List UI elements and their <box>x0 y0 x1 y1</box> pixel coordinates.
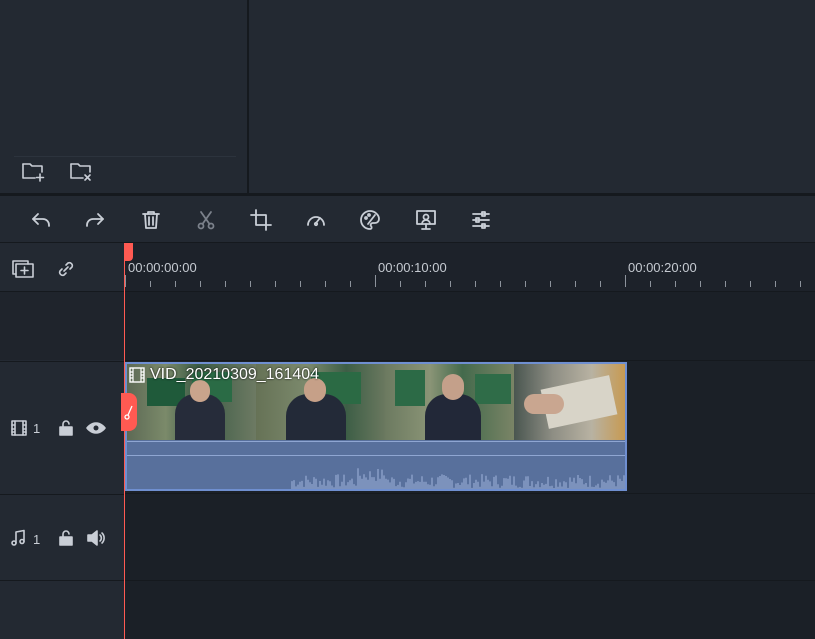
adjust-button[interactable] <box>468 207 494 233</box>
ruler-minor-tick <box>600 281 601 287</box>
ruler-minor-tick <box>675 281 676 287</box>
ruler-label-10s: 00:00:10:00 <box>378 260 447 275</box>
scissors-icon <box>197 211 215 230</box>
eye-icon <box>86 422 106 434</box>
ruler-major-tick <box>375 275 376 287</box>
ruler-minor-tick <box>150 281 151 287</box>
audio-track-icon <box>9 528 27 548</box>
ruler-minor-tick <box>700 281 701 287</box>
empty-track-header <box>0 292 124 360</box>
time-ruler[interactable] <box>125 243 815 292</box>
redo-icon <box>86 213 104 227</box>
video-clip[interactable]: VID_20210309_161404 <box>125 362 627 491</box>
undo-icon <box>32 213 50 227</box>
audio-track-number: 1 <box>33 532 41 547</box>
ruler-minor-tick <box>300 281 301 287</box>
ruler-minor-tick <box>250 281 251 287</box>
ruler-minor-tick <box>500 281 501 287</box>
ruler-minor-tick <box>475 281 476 287</box>
ruler-minor-tick <box>575 281 576 287</box>
ruler-label-0: 00:00:00:00 <box>128 260 197 275</box>
audio-waveform <box>291 468 625 489</box>
video-track-number: 1 <box>33 421 41 436</box>
clip-thumbnail <box>384 364 514 440</box>
redo-button[interactable] <box>82 207 108 233</box>
ruler-label-20s: 00:00:20:00 <box>628 260 697 275</box>
green-screen-button[interactable] <box>413 207 439 233</box>
folder-remove-icon <box>70 163 91 181</box>
ruler-minor-tick <box>275 281 276 287</box>
ruler-minor-tick <box>525 281 526 287</box>
cut-button[interactable] <box>193 207 219 233</box>
film-icon <box>11 420 27 436</box>
speedometer-icon <box>307 216 325 227</box>
speed-button[interactable] <box>303 207 329 233</box>
scissors-icon <box>124 405 133 420</box>
film-icon <box>129 367 145 383</box>
folder-add-icon <box>22 163 45 182</box>
sliders-icon <box>472 211 490 229</box>
ruler-minor-tick <box>200 281 201 287</box>
audio-track-lock-button[interactable] <box>56 528 76 548</box>
link-button[interactable] <box>53 256 79 282</box>
music-note-icon <box>11 529 25 546</box>
playhead-line[interactable] <box>124 243 125 639</box>
clip-audio-divider <box>127 441 625 442</box>
playhead-handle[interactable] <box>124 243 133 261</box>
clip-name: VID_20210309_161404 <box>150 366 320 383</box>
ruler-minor-tick <box>775 281 776 287</box>
ruler-minor-tick <box>725 281 726 287</box>
delete-folder-button[interactable] <box>68 158 96 184</box>
media-panel-divider <box>14 156 236 157</box>
ruler-minor-tick <box>175 281 176 287</box>
ruler-minor-tick <box>425 281 426 287</box>
video-track-icon <box>9 418 29 438</box>
crop-button[interactable] <box>248 207 274 233</box>
ruler-major-tick <box>125 275 126 287</box>
speaker-icon <box>87 530 105 546</box>
undo-button[interactable] <box>28 207 54 233</box>
new-folder-button[interactable] <box>20 158 48 184</box>
ruler-minor-tick <box>650 281 651 287</box>
ruler-minor-tick <box>225 281 226 287</box>
clip-title-row: VID_20210309_161404 <box>129 366 319 384</box>
playhead-split-handle[interactable] <box>121 393 137 431</box>
preview-panel <box>249 0 815 193</box>
ruler-minor-tick <box>325 281 326 287</box>
video-track-lock-button[interactable] <box>56 418 76 438</box>
delete-button[interactable] <box>138 207 164 233</box>
ruler-minor-tick <box>550 281 551 287</box>
ruler-major-tick <box>625 275 626 287</box>
waveform-bars <box>291 468 625 489</box>
audio-track-row[interactable] <box>125 495 815 581</box>
video-track-visibility-button[interactable] <box>85 418 107 438</box>
crop-icon <box>250 209 272 231</box>
add-track-button[interactable] <box>9 257 37 281</box>
ruler-minor-tick <box>450 281 451 287</box>
add-track-icon <box>12 260 34 278</box>
link-icon <box>58 261 74 277</box>
color-correction-button[interactable] <box>357 207 383 233</box>
unlock-icon <box>59 420 73 436</box>
empty-track-row[interactable] <box>125 292 815 361</box>
clip-thumbnail <box>513 364 625 440</box>
unlock-icon <box>59 530 73 546</box>
green-screen-icon <box>416 210 436 230</box>
timeline-toolbar <box>0 196 815 242</box>
ruler-minor-tick <box>750 281 751 287</box>
clip-audio-divider <box>127 455 625 456</box>
ruler-minor-tick <box>800 281 801 287</box>
ruler-minor-tick <box>400 281 401 287</box>
palette-icon <box>360 210 380 230</box>
audio-track-mute-button[interactable] <box>85 528 107 548</box>
ruler-minor-tick <box>350 281 351 287</box>
trash-icon <box>142 211 160 229</box>
